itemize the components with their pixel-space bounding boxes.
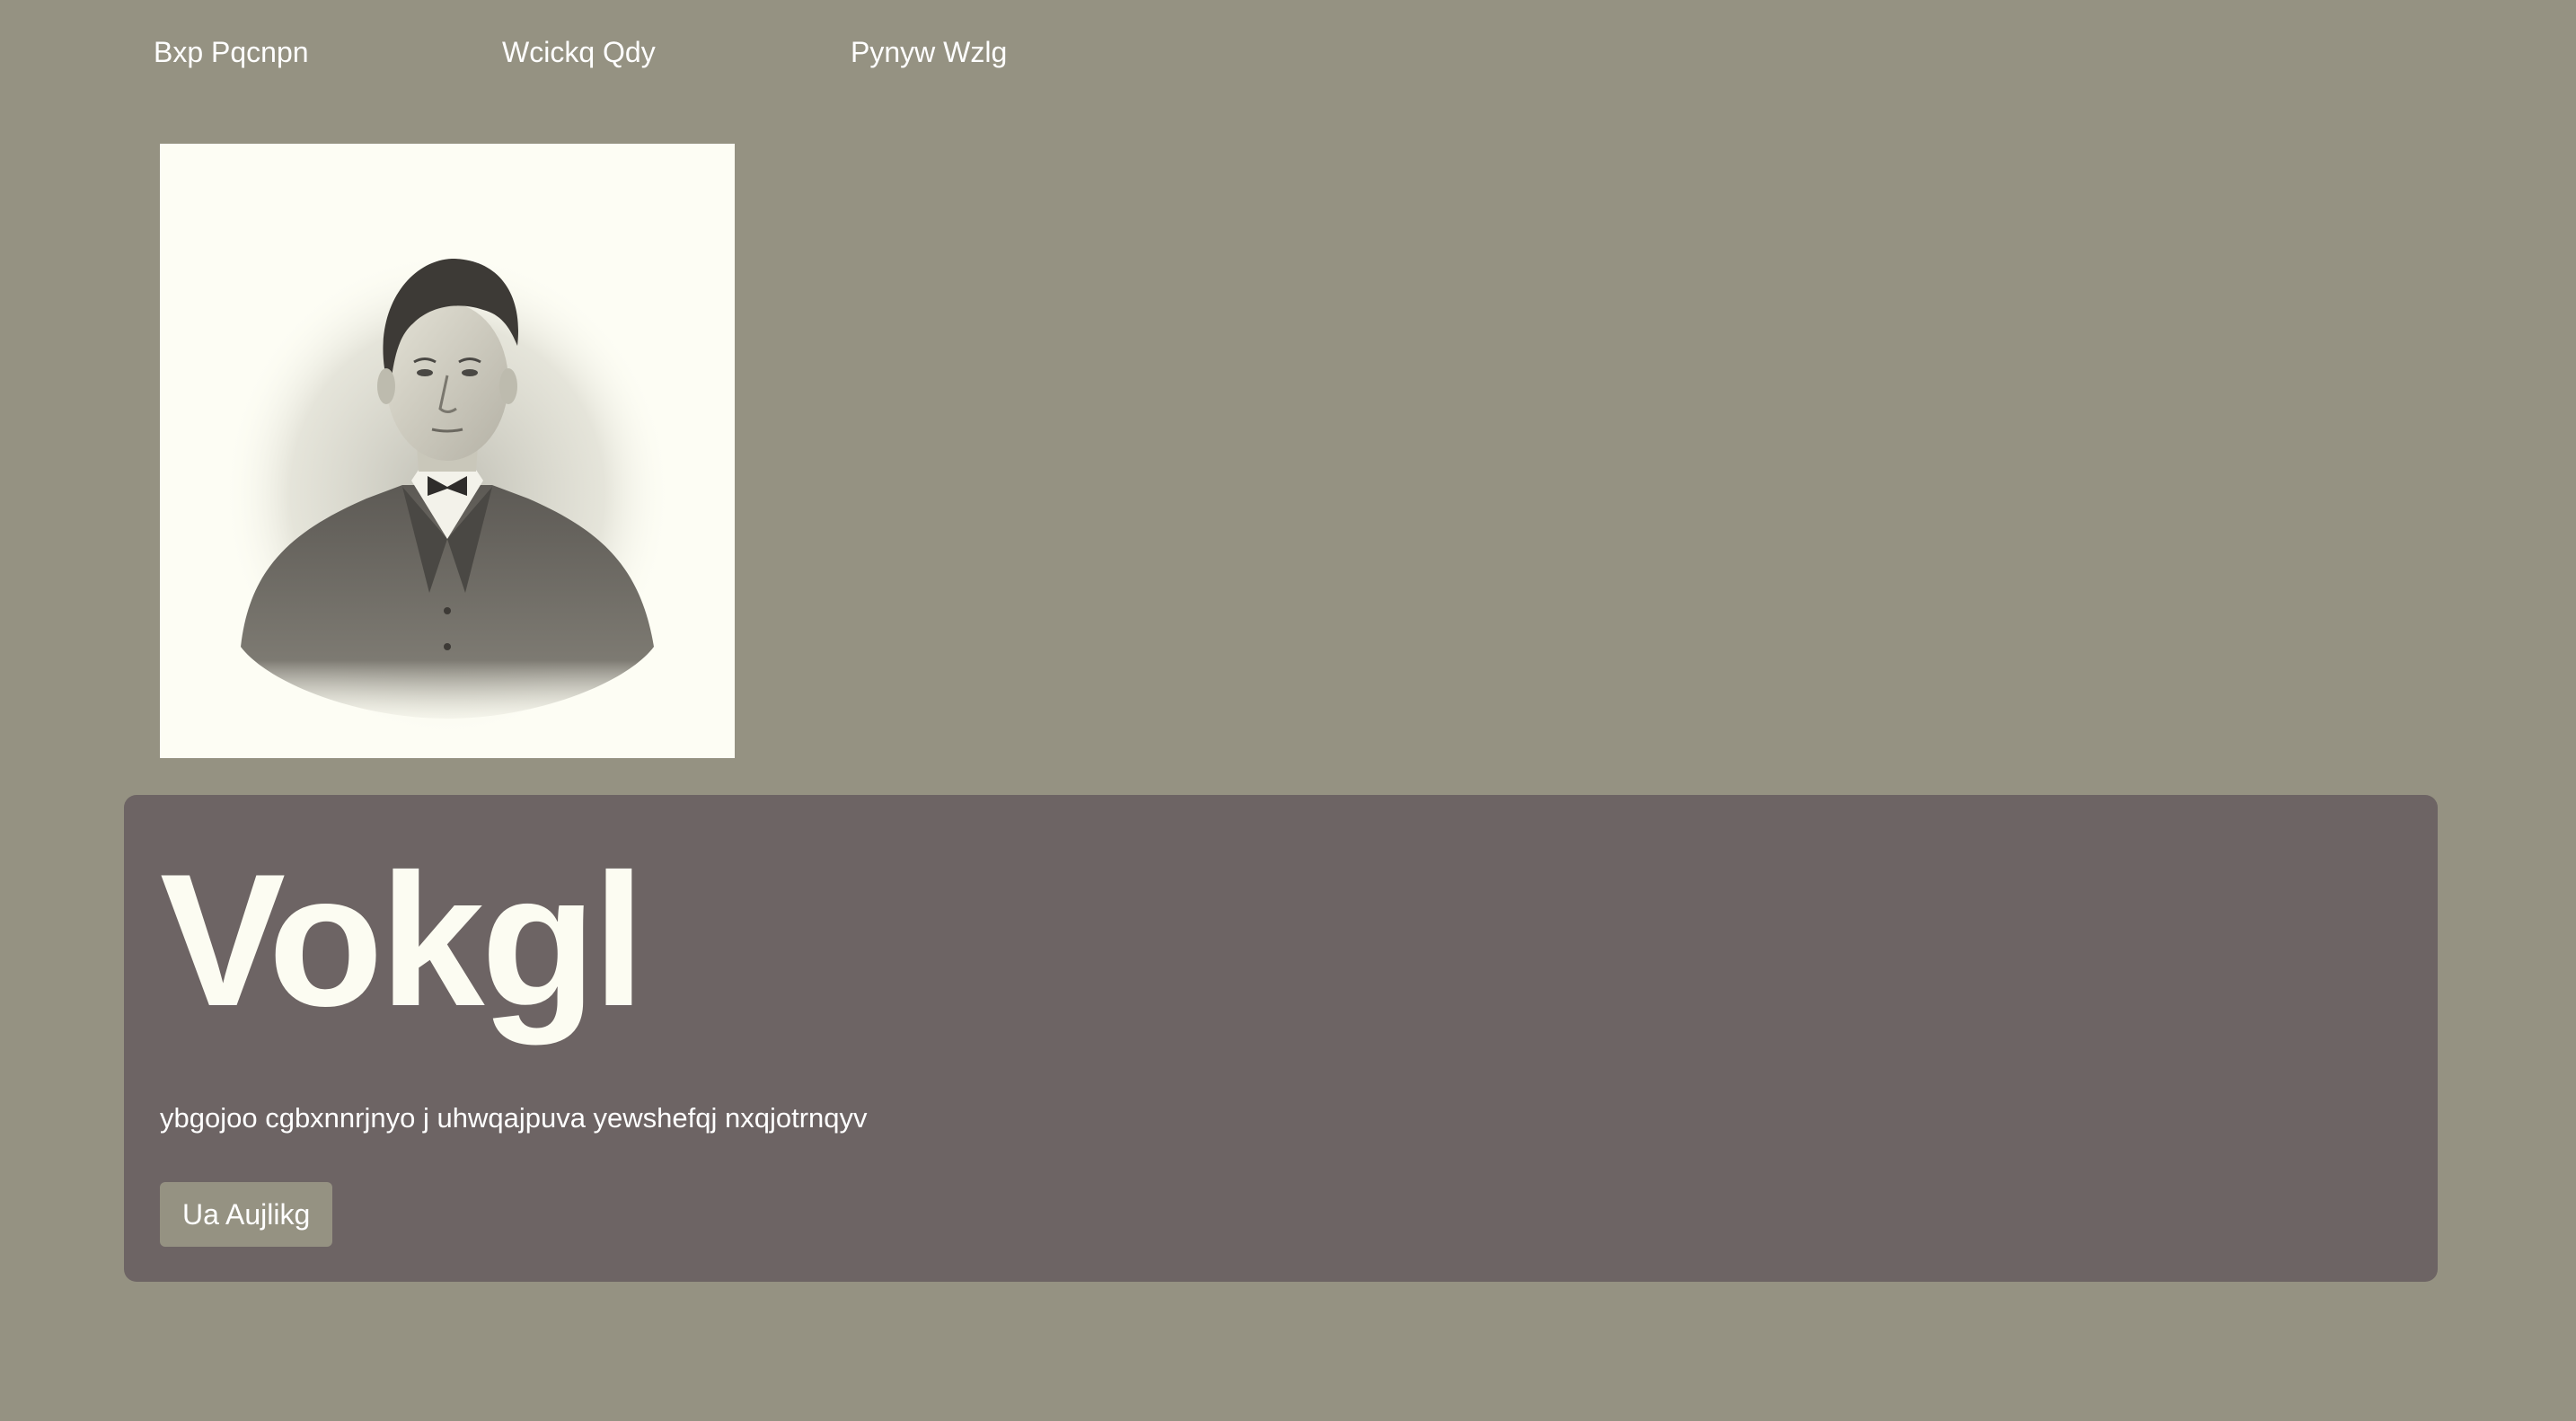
hero-panel: Vokgl ybgojoo cgbxnnrjnyo j uhwqajpuva y… <box>124 795 2438 1282</box>
nav-link-3[interactable]: Pynyw Wzlg <box>851 34 1007 70</box>
portrait-image <box>160 144 735 758</box>
top-navigation: Bxp Pqcnpn Wcickq Qdy Pynyw Wzlg <box>0 0 2576 106</box>
hero-title: Vokgl <box>160 834 645 1046</box>
hero-cta-button[interactable]: Ua Aujlikg <box>160 1182 333 1247</box>
hero-subtitle: ybgojoo cgbxnnrjnyo j uhwqajpuva yewshef… <box>160 1102 868 1134</box>
nav-link-2[interactable]: Wcickq Qdy <box>502 34 656 70</box>
portrait-engraving <box>160 144 735 758</box>
nav-link-1[interactable]: Bxp Pqcnpn <box>154 34 309 70</box>
